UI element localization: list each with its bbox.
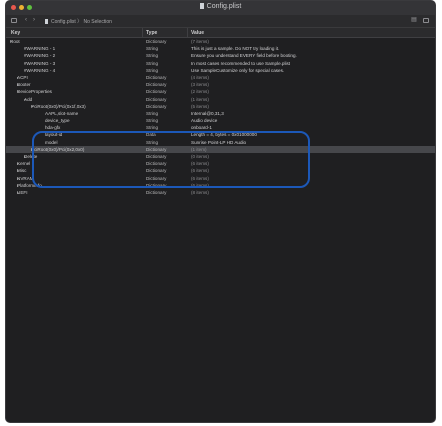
column-divider[interactable] xyxy=(142,28,143,37)
window: Config.plist ‹ › Config.plist 〉 No Selec… xyxy=(5,0,436,423)
row-key[interactable]: #WARNING - 3 xyxy=(24,60,55,67)
breadcrumb[interactable]: Config.plist 〉 No Selection xyxy=(45,18,112,25)
window-title: Config.plist xyxy=(6,3,435,10)
row-key[interactable]: device_type xyxy=(45,117,70,124)
outline-row[interactable]: #WARNING - 3 String In most cases recommen… xyxy=(6,60,435,67)
disclosure-expanded-icon[interactable]: ▾ xyxy=(31,103,37,110)
row-value[interactable]: Use SampleCustomize only for special cas… xyxy=(191,67,284,74)
disclosure-collapsed-icon[interactable]: ▸ xyxy=(17,167,23,174)
row-value[interactable]: (2 items) xyxy=(191,88,209,95)
toolbar: ‹ › Config.plist 〉 No Selection ▤ xyxy=(6,15,435,28)
row-key-label[interactable]: #WARNING - 1 xyxy=(24,46,55,51)
outline-row[interactable]: AAPL,slot-name String Internal@0,31,3 xyxy=(6,110,435,117)
row-key[interactable]: ▾ PciRoot(0x0)/Pci(0x1f,0x3) xyxy=(31,103,86,110)
row-key[interactable]: ▸ Kernel xyxy=(17,160,30,167)
row-key[interactable]: #WARNING - 4 xyxy=(24,67,55,74)
file-icon xyxy=(45,19,48,24)
row-type[interactable]: Dictionary xyxy=(146,96,166,103)
row-key-label[interactable]: #WARNING - 2 xyxy=(24,53,55,58)
disclosure-collapsed-icon[interactable]: ▸ xyxy=(17,182,23,189)
window-title-text: Config.plist xyxy=(206,3,242,10)
row-key[interactable]: ▾ DeviceProperties xyxy=(17,88,52,95)
column-header-key[interactable]: Key xyxy=(11,30,20,36)
row-key-label[interactable]: #WARNING - 3 xyxy=(24,61,55,66)
row-key-label[interactable]: AAPL,slot-name xyxy=(45,111,78,116)
row-value[interactable]: Internal@0,31,3 xyxy=(191,110,224,117)
row-value[interactable]: Audio device xyxy=(191,117,217,124)
disclosure-collapsed-icon[interactable]: ▸ xyxy=(17,74,23,81)
outline-row[interactable]: device_type String Audio device xyxy=(6,117,435,124)
row-key-label[interactable]: hda-gfx xyxy=(45,125,60,130)
row-key[interactable]: ▾ Add xyxy=(24,96,32,103)
row-key[interactable]: ▸ Booter xyxy=(17,81,31,88)
row-type[interactable]: String xyxy=(146,60,158,67)
breadcrumb-separator: 〉 xyxy=(77,19,83,25)
outline-row[interactable]: ▸ UEFI Dictionary (8 items) xyxy=(6,189,435,196)
row-value[interactable]: (3 items) xyxy=(191,81,209,88)
outline-row[interactable]: #WARNING - 1 String This is just a sample.… xyxy=(6,45,435,52)
disclosure-expanded-icon[interactable]: ▾ xyxy=(17,88,23,95)
outline-row[interactable]: #WARNING - 4 String Use SampleCustomize on… xyxy=(6,67,435,74)
outline-row[interactable]: #WARNING - 2 String Ensure you understand … xyxy=(6,52,435,59)
row-value[interactable]: (5 items) xyxy=(191,103,209,110)
row-type[interactable]: Dictionary xyxy=(146,189,166,196)
table-icon[interactable]: ▤ xyxy=(411,17,417,23)
row-type[interactable]: String xyxy=(146,67,158,74)
row-key-label[interactable]: PciRoot(0x0)/Pci(0x1f,0x3) xyxy=(31,104,86,109)
row-value[interactable]: (1 items) xyxy=(191,96,209,103)
outline-row[interactable]: ▸ Booter Dictionary (3 items) xyxy=(6,81,435,88)
row-key[interactable]: #WARNING - 2 xyxy=(24,52,55,59)
title-bar: Config.plist xyxy=(6,1,435,16)
row-type[interactable]: String xyxy=(146,117,158,124)
row-key[interactable]: ▸ Misc xyxy=(17,167,26,174)
row-type[interactable]: Dictionary xyxy=(146,81,166,88)
disclosure-collapsed-icon[interactable]: ▸ xyxy=(17,160,23,167)
row-key-label[interactable]: #WARNING - 4 xyxy=(24,68,55,73)
row-type[interactable]: Dictionary xyxy=(146,103,166,110)
row-key[interactable]: ▸ UEFI xyxy=(17,189,27,196)
row-key[interactable]: AAPL,slot-name xyxy=(45,110,78,117)
column-divider[interactable] xyxy=(187,28,188,37)
breadcrumb-file[interactable]: Config.plist xyxy=(51,19,76,25)
row-type[interactable]: Dictionary xyxy=(146,74,166,81)
row-value[interactable]: Ensure you understand EVERY field before… xyxy=(191,52,297,59)
row-key[interactable]: #WARNING - 1 xyxy=(24,45,55,52)
outline-row[interactable]: ▸ ACPI Dictionary (4 items) xyxy=(6,74,435,81)
row-value[interactable]: In most cases recommended to use Sample.… xyxy=(191,60,290,67)
column-header: Key Type Value xyxy=(6,28,435,38)
outline-row[interactable]: ▾ Root Dictionary (7 items) xyxy=(6,38,435,45)
sidebar-toggle-icon[interactable] xyxy=(423,18,429,23)
disclosure-expanded-icon[interactable]: ▾ xyxy=(10,38,16,45)
row-key-label[interactable]: device_type xyxy=(45,118,70,123)
row-key[interactable]: ▸ ACPI xyxy=(17,74,28,81)
outline-row[interactable]: ▾ PciRoot(0x0)/Pci(0x1f,0x3) Dictionary (5 … xyxy=(6,103,435,110)
sidebar-toggle-icon[interactable] xyxy=(11,18,17,23)
column-header-value[interactable]: Value xyxy=(191,30,204,36)
row-value[interactable]: (8 items) xyxy=(191,189,209,196)
back-arrow-icon[interactable]: ‹ xyxy=(23,17,29,23)
disclosure-expanded-icon[interactable]: ▾ xyxy=(24,96,30,103)
forward-arrow-icon[interactable]: › xyxy=(31,17,37,23)
row-type[interactable]: Dictionary xyxy=(146,38,166,45)
row-value[interactable]: (7 items) xyxy=(191,38,209,45)
breadcrumb-selection: No Selection xyxy=(83,19,112,25)
row-key[interactable]: ▾ Root xyxy=(10,38,20,45)
outline-row[interactable]: ▾ DeviceProperties Dictionary (2 items) xyxy=(6,88,435,95)
outline-row[interactable]: ▾ Add Dictionary (1 items) xyxy=(6,96,435,103)
disclosure-collapsed-icon[interactable]: ▸ xyxy=(17,81,23,88)
row-value[interactable]: This is just a sample. Do NOT try loadin… xyxy=(191,45,279,52)
disclosure-collapsed-icon[interactable]: ▸ xyxy=(24,153,30,160)
row-type[interactable]: String xyxy=(146,52,158,59)
row-type[interactable]: String xyxy=(146,110,158,117)
row-value[interactable]: (4 items) xyxy=(191,74,209,81)
row-type[interactable]: String xyxy=(146,45,158,52)
row-type[interactable]: Dictionary xyxy=(146,88,166,95)
disclosure-collapsed-icon[interactable]: ▸ xyxy=(17,189,23,196)
highlight-annotation-box xyxy=(32,131,310,188)
file-icon xyxy=(199,3,204,9)
column-header-type[interactable]: Type xyxy=(146,30,157,36)
disclosure-collapsed-icon[interactable]: ▸ xyxy=(17,175,23,182)
